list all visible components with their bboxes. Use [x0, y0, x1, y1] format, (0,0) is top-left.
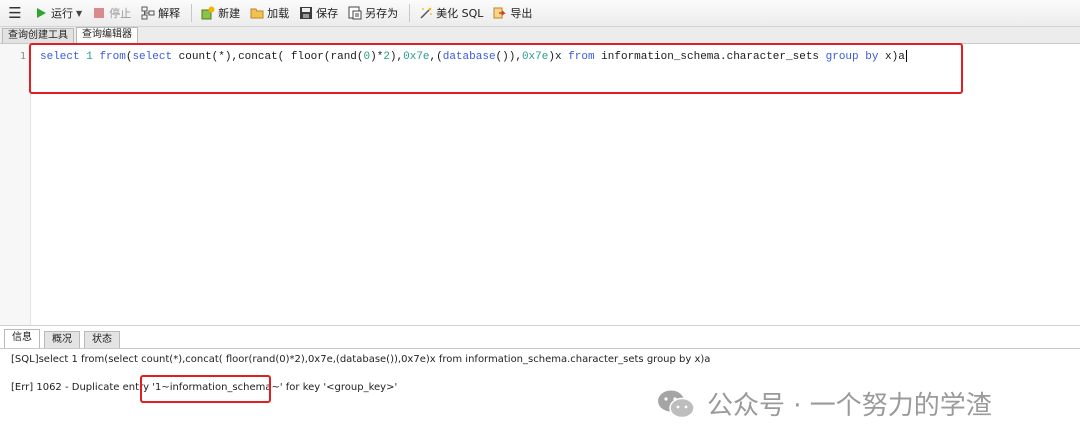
sql-message: [SQL]select 1 from(select count(*),conca…	[11, 354, 711, 365]
export-label: 导出	[510, 7, 533, 20]
result-tabs: 信息 概况 状态	[0, 329, 120, 348]
wechat-icon	[658, 390, 695, 418]
error-highlight-box	[140, 375, 271, 403]
stop-icon	[94, 8, 105, 18]
stop-button[interactable]: 停止	[88, 2, 135, 24]
explain-icon	[141, 6, 155, 20]
load-button[interactable]: 加载	[246, 2, 293, 24]
tab-status[interactable]: 状态	[84, 331, 120, 348]
export-button[interactable]: 导出	[489, 2, 536, 24]
save-button[interactable]: 保存	[295, 2, 342, 24]
watermark: 公众号 · 一个努力的学渣	[657, 385, 992, 422]
tab-query-editor[interactable]: 查询编辑器	[76, 27, 138, 43]
explain-button[interactable]: 解释	[137, 2, 184, 24]
play-icon	[37, 8, 46, 18]
save-icon	[300, 7, 313, 19]
editor-tabs: 查询创建工具 查询编辑器	[0, 27, 1080, 44]
tab-overview[interactable]: 概况	[44, 331, 80, 348]
line-number: 1	[19, 51, 26, 62]
toolbar-divider	[191, 4, 193, 22]
export-icon	[493, 7, 507, 19]
menu-icon[interactable]: ☰	[0, 0, 30, 26]
sql-highlight-box	[29, 43, 963, 94]
tab-query-builder[interactable]: 查询创建工具	[2, 28, 74, 43]
beautify-sql-label: 美化 SQL	[436, 7, 484, 20]
new-button[interactable]: 新建	[197, 2, 244, 24]
watermark-text: 公众号 · 一个努力的学渣	[707, 391, 992, 421]
save-as-button[interactable]: 另存为	[344, 2, 402, 24]
new-query-icon	[201, 6, 215, 20]
save-label: 保存	[316, 7, 339, 20]
run-label: 运行	[51, 7, 73, 20]
magic-wand-icon	[420, 7, 433, 19]
tab-info[interactable]: 信息	[4, 329, 40, 348]
beautify-sql-button[interactable]: 美化 SQL	[415, 2, 487, 24]
toolbar-divider	[409, 4, 411, 22]
stop-label: 停止	[109, 7, 132, 20]
new-label: 新建	[218, 7, 241, 20]
run-button[interactable]: 运行 ▼	[30, 2, 86, 24]
error-suffix: for key '<group_key>'	[282, 382, 398, 393]
folder-icon	[250, 8, 264, 19]
save-as-label: 另存为	[365, 7, 399, 20]
error-prefix: [Err] 1062 - Duplicate entry	[11, 382, 153, 393]
explain-label: 解释	[158, 7, 181, 20]
run-dropdown-icon[interactable]: ▼	[76, 9, 82, 18]
load-label: 加载	[267, 7, 290, 20]
tabs-divider	[0, 348, 1080, 349]
save-as-icon	[348, 6, 362, 20]
line-gutter: 1	[0, 44, 31, 325]
toolbar: ☰ 运行 ▼ 停止 解释 新建 加载 保存 另存为 美化 SQL 导出	[0, 0, 1080, 27]
